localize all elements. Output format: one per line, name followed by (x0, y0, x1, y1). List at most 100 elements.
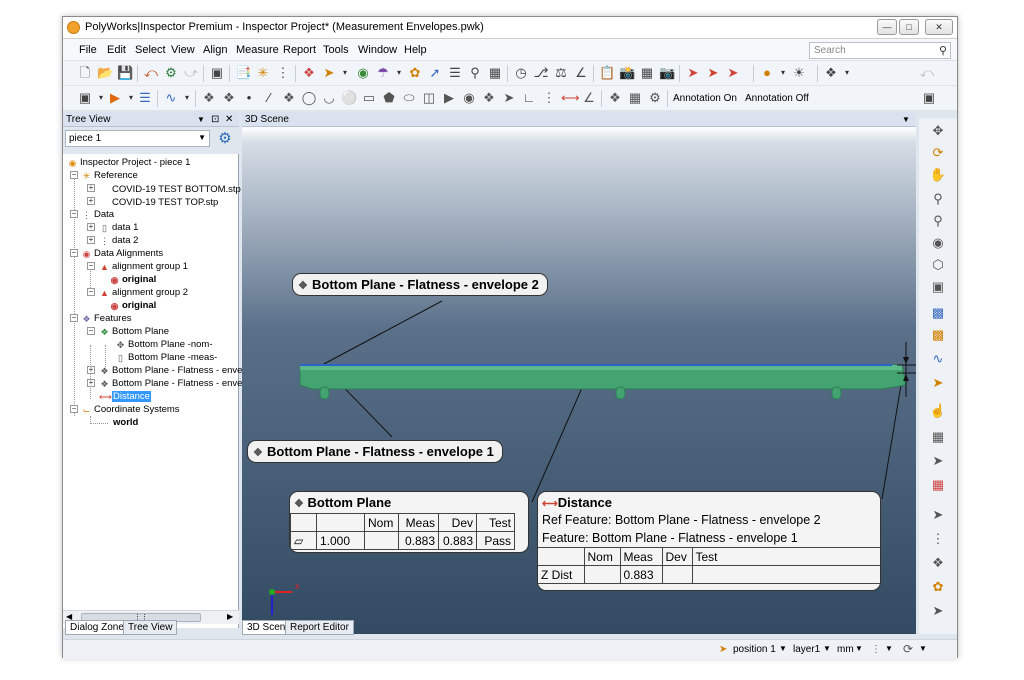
tree-item-distance[interactable]: ⟷Distance (99, 390, 151, 403)
settings-icon[interactable]: ⚙ (647, 90, 663, 106)
menu-edit[interactable]: Edit (107, 44, 126, 56)
angle-tool-icon[interactable]: ∠ (581, 90, 597, 106)
feature-group-icon[interactable]: ❖ (221, 90, 237, 106)
feature-create-icon[interactable]: ❖ (201, 90, 217, 106)
new-icon[interactable]: 🗋 (77, 65, 93, 81)
tree-item-flatness-envelope-1[interactable]: ❖ Bottom Plane - Flatness - envel (99, 364, 244, 377)
redo-icon[interactable]: ⤻ (183, 65, 199, 81)
collapse-icon[interactable]: − (70, 249, 78, 257)
dropdown-arrow-icon[interactable]: ▾ (841, 65, 853, 81)
point-cloud-icon[interactable]: ⋮ (541, 90, 557, 106)
chart-icon[interactable]: ∿ (163, 90, 179, 106)
angle-icon[interactable]: ∠ (573, 65, 589, 81)
3d-scene[interactable]: x z ❖Bottom Plane - Flatness - envelope … (242, 127, 916, 634)
alignment-icon[interactable]: ❖ (301, 65, 317, 81)
pin-icon[interactable]: ⊡ (211, 112, 219, 127)
expand-icon[interactable]: + (87, 236, 95, 244)
dropdown-arrow-icon[interactable]: ▾ (393, 65, 405, 81)
collapse-icon[interactable]: − (70, 210, 78, 218)
tree-item-world[interactable]: world (113, 416, 138, 429)
compare-icon[interactable]: ◉ (355, 65, 371, 81)
gauge-icon[interactable]: ⎇ (533, 65, 549, 81)
probe-view-icon[interactable]: ➤ (929, 452, 947, 470)
refresh-icon[interactable]: ⟳ (903, 642, 913, 656)
tree-item-data-alignments[interactable]: ◉ Data Alignments (81, 247, 164, 260)
layout-icon[interactable]: ▣ (921, 90, 937, 106)
expand-icon[interactable]: + (87, 223, 95, 231)
annotation-off-button[interactable]: Annotation Off (745, 93, 809, 104)
slot-icon[interactable]: ⚪ (341, 90, 357, 106)
tab-dialog-zone[interactable]: Dialog Zone (65, 620, 129, 635)
rotate-icon[interactable]: ⟳ (929, 144, 947, 162)
properties-icon[interactable]: ▣ (209, 65, 225, 81)
render-mode-icon[interactable]: ● (759, 65, 775, 81)
tree-item-bottom-plane[interactable]: ❖ Bottom Plane (99, 325, 169, 338)
tool-2-icon[interactable]: ⋮ (929, 530, 947, 548)
point-icon[interactable]: • (241, 90, 257, 106)
distance-annotation[interactable]: ⟷Distance Ref Feature: Bottom Plane - Fl… (537, 491, 881, 591)
layer-icon[interactable]: ▦ (929, 428, 947, 446)
maximize-button[interactable]: □ (899, 19, 919, 35)
fit-view-icon[interactable]: ▣ (929, 278, 947, 296)
dialog-icon[interactable]: ▣ (77, 90, 93, 106)
units-select[interactable]: mm (837, 644, 854, 655)
envelope-1-label[interactable]: ❖ Bottom Plane - Flatness - envelope 1 (247, 440, 503, 463)
sequence-icon[interactable]: ☰ (137, 90, 153, 106)
collapse-icon[interactable]: − (70, 405, 78, 413)
tree-item-original-2[interactable]: ◉ original (109, 299, 157, 312)
lighting-icon[interactable]: ☀ (791, 65, 807, 81)
polyline-icon[interactable]: ∟ (521, 90, 537, 106)
close-icon[interactable]: ✕ (225, 112, 233, 127)
table-icon[interactable]: ▦ (639, 65, 655, 81)
dropdown-arrow-icon[interactable]: ▼ (902, 112, 910, 127)
cross-section-icon[interactable]: ☰ (447, 65, 463, 81)
line-icon[interactable]: ∕ (261, 90, 277, 106)
measure-view-icon[interactable]: ∿ (929, 350, 947, 368)
zoom-feature-icon[interactable]: ⚲ (467, 65, 483, 81)
wall-thickness-icon[interactable]: ✿ (407, 65, 423, 81)
select-view-icon[interactable]: ➤ (929, 374, 947, 392)
pan-icon[interactable]: ✋ (929, 166, 947, 184)
circle-icon[interactable]: ◯ (301, 90, 317, 106)
dropdown-arrow-icon[interactable]: ▾ (125, 90, 137, 106)
best-fit-icon[interactable]: ➤ (321, 65, 337, 81)
tool-3-icon[interactable]: ❖ (929, 554, 947, 572)
cube-view-icon[interactable]: ⬡ (929, 256, 947, 274)
cylinder-icon[interactable]: ◫ (421, 90, 437, 106)
expand-icon[interactable]: + (87, 184, 95, 192)
view-eye-icon[interactable]: ◉ (929, 234, 947, 252)
menu-window[interactable]: Window (358, 44, 397, 56)
tree-item-cad-top[interactable]: COVID-19 TEST TOP.stp (99, 195, 218, 208)
piece-manager-icon[interactable]: ⚙ (215, 129, 235, 148)
render-icon[interactable]: ▩ (929, 304, 947, 322)
arc-icon[interactable]: ◡ (321, 90, 337, 106)
undo-icon[interactable]: ⤺ (143, 65, 159, 81)
select-tool-2-icon[interactable]: ➤ (705, 65, 721, 81)
expand-icon[interactable]: + (87, 366, 95, 374)
collapse-icon[interactable]: − (87, 262, 95, 270)
measure-icon[interactable]: ◷ (513, 65, 529, 81)
layer-select[interactable]: layer1 (793, 644, 820, 655)
tree-item-features[interactable]: ❖ Features (81, 312, 131, 325)
chevron-down-icon[interactable]: ▼ (919, 644, 927, 653)
tree-item-flatness-envelope-2[interactable]: ❖ Bottom Plane - Flatness - envel (99, 377, 244, 390)
envelope-2-label[interactable]: ❖ Bottom Plane - Flatness - envelope 2 (292, 273, 548, 296)
tree-item-project[interactable]: ◉ Inspector Project - piece 1 (67, 156, 191, 169)
dropdown-arrow-icon[interactable]: ▾ (777, 65, 789, 81)
distance-tool-icon[interactable]: ⟷ (561, 90, 580, 106)
tool-1-icon[interactable]: ➤ (929, 506, 947, 524)
select-tool-icon[interactable]: ➤ (685, 65, 701, 81)
tree-item-data-1[interactable]: ▯ data 1 (99, 221, 138, 234)
ellipse-icon[interactable]: ⬭ (401, 90, 417, 106)
tree-item-original-1[interactable]: ◉ original (109, 273, 157, 286)
tree-item-coordinate-systems[interactable]: ⌙ Coordinate Systems (81, 403, 180, 416)
datum-icon[interactable]: ▦ (627, 90, 643, 106)
dropdown-arrow-icon[interactable]: ▼ (197, 112, 205, 127)
polygon-icon[interactable]: ⬟ (381, 90, 397, 106)
chevron-down-icon[interactable]: ▼ (855, 644, 863, 653)
display-icon[interactable]: ▩ (929, 326, 947, 344)
save-icon[interactable]: 💾 (117, 65, 133, 81)
dropdown-arrow-icon[interactable]: ▾ (95, 90, 107, 106)
scroll-right-icon[interactable]: ▶ (227, 612, 233, 621)
menu-tools[interactable]: Tools (323, 44, 349, 56)
